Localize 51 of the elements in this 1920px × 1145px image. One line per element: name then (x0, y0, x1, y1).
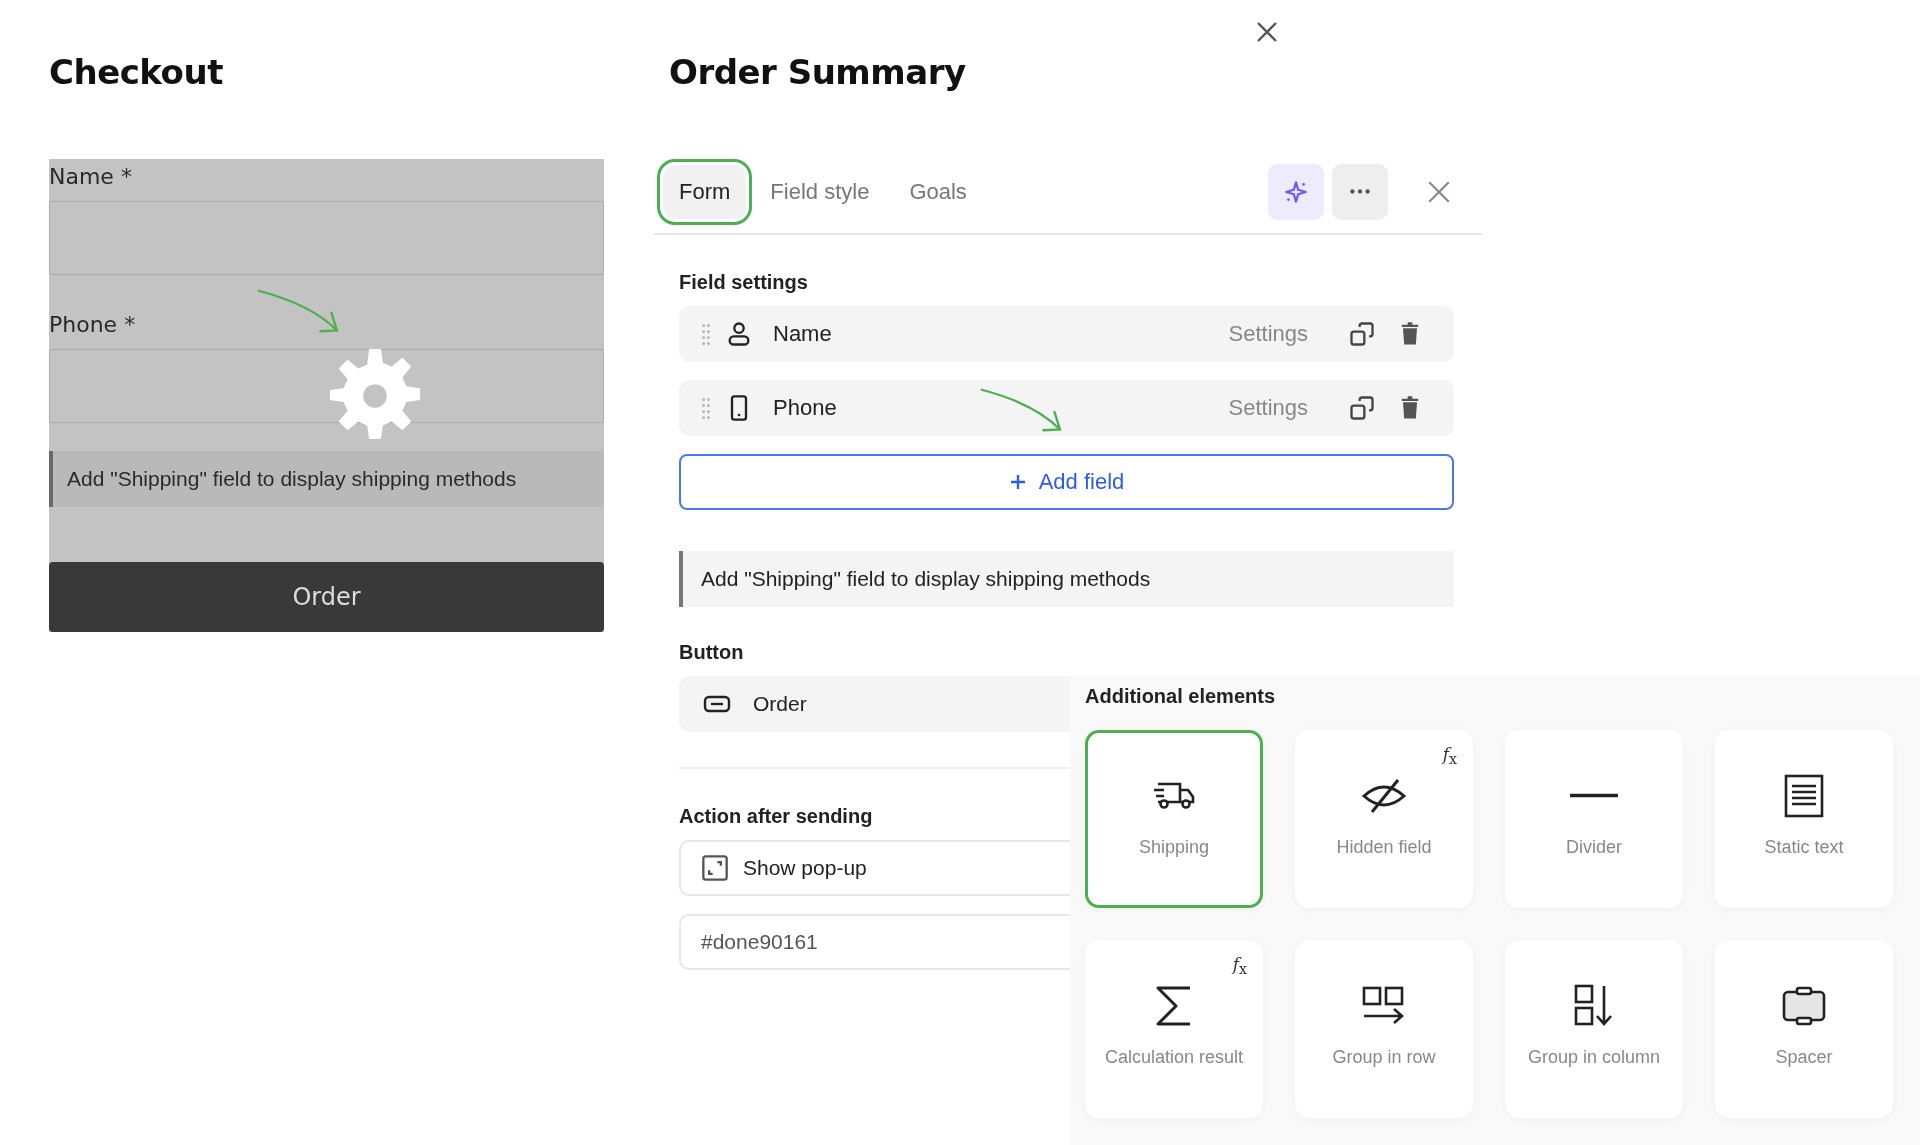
sparkle-icon (1283, 178, 1309, 205)
horizontal-line-icon (1570, 793, 1618, 798)
section-heading: Field settings (679, 271, 809, 294)
order-summary-title: Order Summary (669, 52, 966, 92)
section-heading: Action after sending (679, 805, 874, 828)
order-button[interactable]: Order (49, 562, 604, 632)
section-heading: Button (679, 641, 745, 664)
close-icon[interactable] (1254, 20, 1279, 44)
add-field-button[interactable]: Add field (679, 454, 1454, 510)
tab[interactable]: Field style (754, 164, 886, 219)
button-label: Order (753, 692, 807, 716)
notice-text: Add "Shipping" field to display shipping methods (49, 451, 604, 507)
field-row[interactable]: Name Settings (679, 306, 1454, 362)
settings-link[interactable]: Settings (1228, 395, 1308, 421)
element-card[interactable]: Shipping (1085, 730, 1263, 908)
field-name: Phone (773, 395, 837, 421)
sparkle-button[interactable] (1268, 163, 1324, 220)
input-field[interactable] (49, 201, 604, 275)
element-card[interactable]: Spacer (1715, 940, 1893, 1118)
button-icon (703, 695, 731, 713)
more-icon (1347, 187, 1373, 196)
drag-handle-icon[interactable] (701, 396, 711, 420)
popup-icon (701, 854, 729, 882)
field-label: Phone * (49, 311, 136, 339)
checkout-title: Checkout (49, 52, 224, 94)
copy-icon[interactable] (1348, 320, 1376, 348)
plus-icon (1008, 473, 1027, 491)
panel-heading: Additional elements (1085, 685, 1277, 708)
element-card[interactable]: Static text (1715, 730, 1893, 908)
action-label: Show pop-up (743, 856, 867, 880)
element-card[interactable]: Group in row (1295, 940, 1473, 1118)
notice-text: Add "Shipping" field to display shipping methods (679, 551, 1454, 607)
element-label: Divider (1565, 836, 1623, 859)
formula-mark: f$_{x}$ (1442, 744, 1457, 768)
element-card[interactable]: f$_{x}$ Calculation result (1085, 940, 1263, 1118)
copy-icon[interactable] (1348, 394, 1376, 422)
input-field[interactable] (49, 349, 604, 423)
element-card[interactable]: f$_{x}$ Hidden field (1295, 730, 1473, 908)
element-card[interactable]: Group in column (1505, 940, 1683, 1118)
element-label: Group in row (1331, 1046, 1437, 1069)
element-label: Calculation result (1104, 1046, 1244, 1069)
field-row[interactable]: Phone Settings (679, 380, 1454, 436)
element-label: Static text (1763, 836, 1845, 859)
element-label: Group in column (1526, 1046, 1662, 1069)
element-card[interactable]: Divider (1505, 730, 1683, 908)
drag-handle-icon[interactable] (701, 322, 711, 346)
field-label: Name * (49, 163, 132, 191)
element-label: Spacer (1774, 1046, 1834, 1069)
tab[interactable]: Goals (893, 164, 983, 219)
field-name: Name (773, 321, 832, 347)
settings-link[interactable]: Settings (1228, 321, 1308, 347)
